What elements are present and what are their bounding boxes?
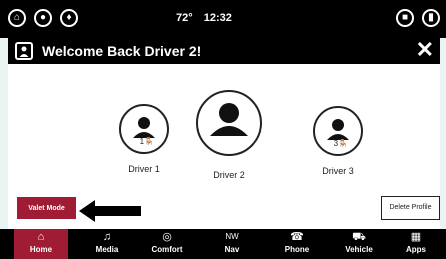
phone-nav-icon: ☎	[290, 231, 304, 243]
nav-apps[interactable]: ▦ Apps	[389, 229, 443, 259]
driver-2-profile[interactable]: Driver 2	[196, 90, 262, 180]
nav-media[interactable]: ♫ Media	[80, 229, 134, 259]
phone-icon[interactable]: ▮	[422, 9, 440, 27]
close-button[interactable]: ✕	[416, 39, 434, 61]
driver-1-profile[interactable]: 1🪑 Driver 1	[114, 104, 174, 174]
driver-1-avatar-icon: 1🪑	[119, 104, 169, 154]
bell-icon[interactable]: ♦	[60, 9, 78, 27]
status-time: 72° 12:32	[176, 12, 232, 24]
comfort-icon: ◎	[162, 231, 172, 243]
driver-2-label: Driver 2	[213, 170, 245, 180]
user-icon[interactable]: ●	[34, 9, 52, 27]
screen-frame: ⌂ ● ♦ 72° 12:32 ■ ▮ Welcome Back Driver …	[0, 0, 446, 259]
camera-icon[interactable]: ■	[396, 9, 414, 27]
delete-profile-button[interactable]: Delete Profile	[381, 196, 440, 220]
clock: 12:32	[203, 12, 232, 24]
page-title: Welcome Back Driver 2!	[42, 43, 202, 59]
driver-3-profile[interactable]: 3🪑 Driver 3	[310, 106, 366, 176]
status-bar: ⌂ ● ♦ 72° 12:32 ■ ▮	[0, 0, 446, 38]
driver-2-avatar-icon	[196, 90, 262, 156]
nav-comfort[interactable]: ◎ Comfort	[140, 229, 194, 259]
seat-1-badge: 1🪑	[139, 137, 155, 146]
nav-nav[interactable]: NW Nav	[205, 229, 259, 259]
driver-3-avatar-icon: 3🪑	[313, 106, 363, 156]
profile-icon	[15, 42, 33, 60]
welcome-header: Welcome Back Driver 2! ✕	[8, 38, 440, 64]
compass-icon: NW	[225, 232, 239, 241]
arrow-pointer-icon	[79, 200, 141, 222]
driver-1-label: Driver 1	[128, 164, 160, 174]
nav-phone[interactable]: ☎ Phone	[270, 229, 324, 259]
nav-vehicle[interactable]: ⛟ Vehicle	[332, 229, 386, 259]
home-nav-icon: ⌂	[37, 231, 45, 243]
car-icon: ⛟	[352, 231, 366, 243]
temperature: 72°	[176, 12, 193, 24]
seat-3-badge: 3🪑	[333, 139, 349, 148]
nav-home[interactable]: ⌂ Home	[14, 229, 68, 259]
valet-mode-button[interactable]: Valet Mode	[16, 196, 77, 220]
driver-3-label: Driver 3	[322, 166, 354, 176]
home-icon[interactable]: ⌂	[8, 9, 26, 27]
music-note-icon: ♫	[102, 231, 112, 243]
grid-icon: ▦	[410, 231, 422, 243]
bottom-nav: ⌂ Home ♫ Media ◎ Comfort NW Nav ☎ Phone …	[0, 229, 446, 259]
